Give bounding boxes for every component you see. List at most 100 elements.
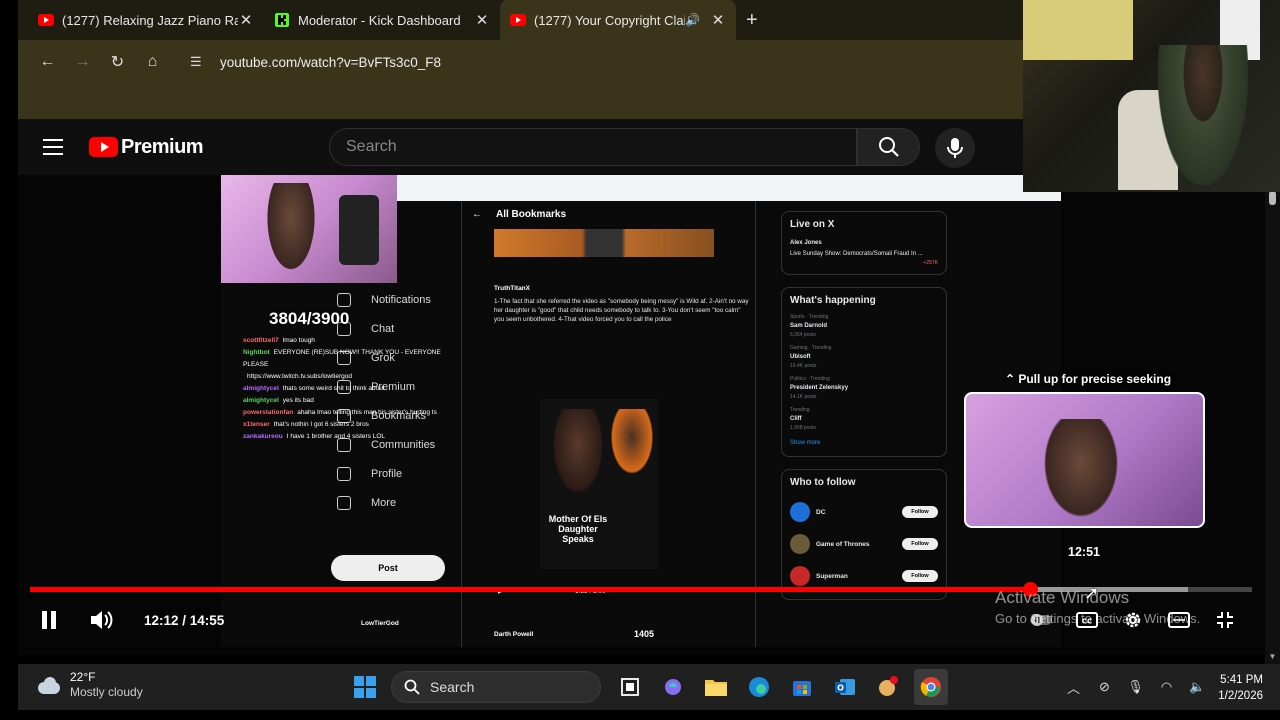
whats-happening-box: What's happening Sports · Trending Sam D…: [781, 287, 947, 457]
site-info-icon[interactable]: ☰: [190, 54, 214, 70]
start-button[interactable]: [348, 669, 382, 705]
system-tray: ︿ ⊘ 🎙 ◠ 🔈: [1058, 664, 1213, 710]
youtube-icon: [510, 12, 526, 28]
video-player[interactable]: Notifications Chat Grok Premium Bookmark…: [18, 175, 1273, 655]
tweet-media-caption: Mother Of Els Daughter Speaks: [548, 514, 608, 544]
kick-icon: [274, 12, 290, 28]
microphone-icon: [947, 138, 963, 158]
search-input[interactable]: Search: [329, 128, 857, 166]
player-controls: 12:12 / 14:55 CC: [18, 603, 1273, 637]
edge-icon[interactable]: [742, 669, 776, 705]
search-button[interactable]: [857, 128, 920, 166]
clock-date: 1/2/2026: [1218, 690, 1263, 702]
chat-overlay: scottfitzell7 lmao tough Nightbot EVERYONE…: [243, 335, 443, 443]
close-icon[interactable]: ✕: [238, 11, 254, 29]
microphone-icon[interactable]: 🎙: [1120, 679, 1151, 695]
tab-title: Moderator - Kick Dashboard: [298, 12, 461, 28]
chevron-up-icon[interactable]: ︿: [1058, 678, 1089, 697]
chat-line: x1tenser that's nothin I got 6 sisters 2 …: [243, 421, 369, 428]
sub-counter: 3804/3900: [269, 309, 350, 328]
home-icon[interactable]: ⌂: [135, 47, 170, 77]
clock-time: 5:41 PM: [1220, 674, 1263, 686]
youtube-premium-logo[interactable]: Premium: [89, 135, 204, 159]
fullscreen-button[interactable]: [1202, 603, 1248, 637]
task-view-icon[interactable]: [613, 669, 647, 705]
svg-text:CC: CC: [1082, 618, 1092, 626]
feed-video-thumbnail: [494, 229, 714, 257]
scroll-down-icon: ▼: [1268, 652, 1277, 661]
follow-row: Game of Thrones Follow: [790, 528, 938, 560]
streamer-facecam: [221, 175, 397, 283]
windows-taskbar: 22°F Mostly cloudy Search O ︿ ⊘ 🎙 ◠ 🔈 5:…: [18, 664, 1280, 710]
volume-button[interactable]: [88, 603, 114, 637]
youtube-play-icon: [89, 137, 118, 157]
tab-copyright-claim[interactable]: (1277) Your Copyright Clain 🔊 ✕: [500, 0, 736, 40]
hover-time: 12:51: [1068, 545, 1100, 559]
system-clock[interactable]: 5:41 PM 1/2/2026: [1193, 672, 1263, 704]
voice-search-button[interactable]: [935, 128, 975, 168]
browser-tab-strip: (1277) Relaxing Jazz Piano Radi ✕ Modera…: [18, 0, 1023, 40]
gear-icon: [1125, 612, 1141, 628]
address-bar[interactable]: ☰ youtube.com/watch?v=BvFTs3c0_F8: [178, 46, 1008, 78]
autoplay-icon: [1030, 614, 1052, 626]
new-tab-button[interactable]: +: [746, 9, 758, 32]
outlook-icon[interactable]: O: [828, 669, 862, 705]
search-icon: [404, 679, 420, 695]
follow-row: DC Follow: [790, 496, 938, 528]
volume-icon: [91, 611, 113, 629]
taskbar-apps: Search O: [348, 669, 957, 705]
search-placeholder: Search: [346, 138, 397, 155]
subtitles-button[interactable]: CC: [1064, 603, 1110, 637]
app-icon-notification[interactable]: [871, 669, 905, 705]
menu-icon[interactable]: [43, 139, 63, 155]
x-nav-item: More: [321, 488, 461, 517]
file-explorer-icon[interactable]: [699, 669, 733, 705]
url-text: youtube.com/watch?v=BvFTs3c0_F8: [220, 54, 441, 70]
settings-button[interactable]: [1110, 603, 1156, 637]
x-nav-item: Profile: [321, 459, 461, 488]
tab-relaxing-jazz[interactable]: (1277) Relaxing Jazz Piano Radi ✕: [28, 0, 264, 40]
x-bookmarks-feed: ← All Bookmarks TruthTitanX 1-The fact t…: [461, 201, 756, 647]
speaker-icon[interactable]: 🔊: [685, 13, 700, 27]
tab-kick-dashboard[interactable]: Moderator - Kick Dashboard ✕: [264, 0, 500, 40]
taskbar-search-label: Search: [430, 679, 475, 695]
chat-line: almightycel thats some weird shit to thin…: [243, 385, 385, 392]
screen: (1277) Relaxing Jazz Piano Radi ✕ Modera…: [0, 0, 1280, 720]
chrome-icon[interactable]: [914, 669, 948, 705]
forward-icon[interactable]: →: [65, 47, 100, 77]
store-icon[interactable]: [785, 669, 819, 705]
theater-mode-button[interactable]: [1156, 603, 1202, 637]
page-scrollbar[interactable]: ▲ ▼: [1265, 119, 1280, 664]
live-on-x-box: Live on X Alex Jones Live Sunday Show: D…: [781, 211, 947, 275]
tab-title: (1277) Relaxing Jazz Piano Radi: [62, 12, 238, 28]
autoplay-button[interactable]: [1018, 603, 1064, 637]
inner-browser-strip: [397, 175, 1061, 201]
bookmark-bar: [18, 84, 1023, 119]
tweet-author: TruthTitanX: [494, 285, 530, 292]
reload-icon[interactable]: ↻: [100, 47, 135, 77]
close-icon[interactable]: ✕: [474, 11, 490, 29]
scrollbar-thumb: [1269, 191, 1276, 205]
back-arrow-icon: ←: [472, 208, 482, 220]
x-post-button: Post: [331, 555, 445, 581]
video-frame[interactable]: Notifications Chat Grok Premium Bookmark…: [221, 175, 1061, 647]
back-icon[interactable]: ←: [30, 47, 65, 77]
chat-line: Nightbot EVERYONE (RE)SUB NOW!! THANK YOU…: [243, 349, 441, 368]
taskbar-search[interactable]: Search: [391, 671, 601, 703]
close-icon[interactable]: ✕: [710, 11, 726, 29]
search-icon: [878, 137, 899, 157]
copilot-icon[interactable]: [656, 669, 690, 705]
chat-line: zankakureou I have 1 brother and 4 sister…: [243, 433, 386, 440]
right-controls: CC: [1018, 603, 1248, 637]
wifi-icon[interactable]: ◠: [1151, 679, 1182, 695]
network-off-icon[interactable]: ⊘: [1089, 679, 1120, 695]
weather-widget[interactable]: 22°F Mostly cloudy: [36, 670, 143, 700]
pause-button[interactable]: [40, 603, 58, 637]
cloud-icon: [36, 676, 62, 694]
progress-scrubber[interactable]: [1022, 582, 1038, 597]
weather-desc: Mostly cloudy: [70, 685, 143, 699]
logo-text: Premium: [121, 135, 204, 158]
progress-bar[interactable]: [30, 582, 1252, 597]
who-to-follow-box: Who to follow DC Follow Game of Thrones Fo…: [781, 469, 947, 600]
progress-played: [30, 587, 1030, 592]
